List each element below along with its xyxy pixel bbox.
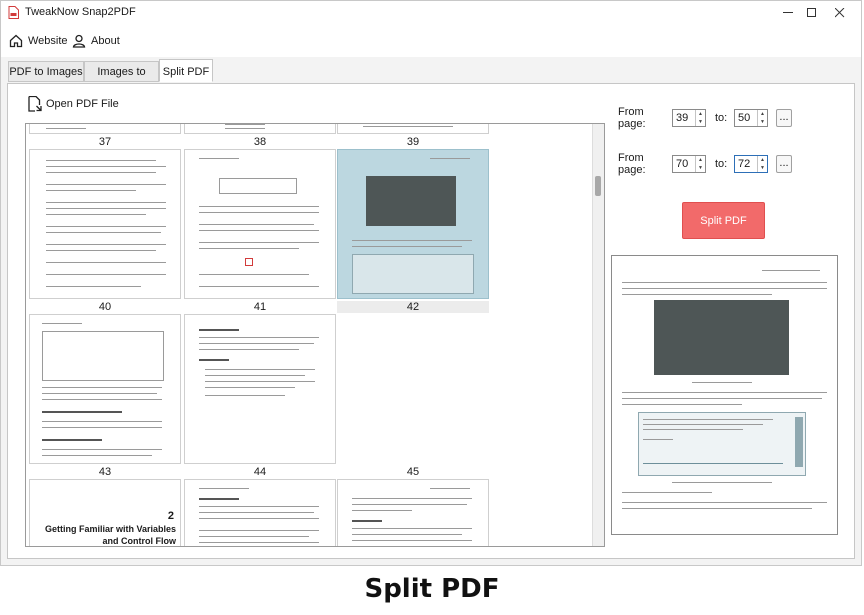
close-icon bbox=[835, 8, 845, 18]
range-options-button[interactable]: ... bbox=[776, 109, 792, 127]
figure-caption: Split PDF bbox=[364, 574, 500, 604]
page-number: 45 bbox=[406, 466, 420, 478]
tab-images-to-pdf[interactable]: Images to PDF bbox=[84, 61, 159, 98]
close-button[interactable] bbox=[813, 1, 859, 25]
page-thumb-image: 2 Getting Familiar with Variables and Co… bbox=[29, 479, 181, 546]
page-thumb-image bbox=[29, 124, 181, 134]
spin-up-icon[interactable]: ▲ bbox=[698, 111, 703, 117]
open-pdf-label: Open PDF File bbox=[46, 98, 119, 110]
website-label: Website bbox=[28, 35, 68, 47]
page-thumb-image bbox=[337, 479, 489, 546]
from-page-stepper[interactable]: 39 ▲ ▼ bbox=[672, 109, 706, 127]
to-page-stepper[interactable]: 50 ▲ ▼ bbox=[734, 109, 768, 127]
chapter-number: 2 bbox=[167, 510, 174, 522]
page-range-row-2: From page: 70 ▲ ▼ to: 72 ▲ ▼ ... bbox=[618, 152, 792, 176]
page-thumb-image bbox=[337, 124, 489, 134]
tab-pdf-to-images[interactable]: PDF to Images bbox=[8, 61, 84, 82]
spin-down-icon[interactable]: ▼ bbox=[698, 119, 703, 125]
open-file-icon bbox=[28, 96, 42, 112]
page-number: 42 bbox=[337, 301, 489, 313]
chapter-title-line1: Getting Familiar with Variables bbox=[44, 524, 176, 534]
spin-up-icon[interactable]: ▲ bbox=[698, 157, 703, 163]
page-number: 40 bbox=[98, 301, 112, 313]
page-number: 37 bbox=[98, 136, 112, 148]
spin-down-icon[interactable]: ▼ bbox=[760, 119, 765, 125]
page-number: 44 bbox=[253, 466, 267, 478]
title-bar: TweakNow Snap2PDF bbox=[1, 1, 861, 25]
to-page-value: 50 bbox=[738, 112, 751, 124]
page-thumbnail-grid[interactable]: 37 38 39 40 41 42 43 44 45 2 Getting Fam… bbox=[25, 123, 605, 547]
to-page-label: to: bbox=[715, 112, 728, 124]
to-page-stepper[interactable]: 72 ▲ ▼ bbox=[734, 155, 768, 173]
about-label: About bbox=[91, 35, 120, 47]
page-thumb-image-selected bbox=[337, 149, 489, 299]
menu-bar: Website About bbox=[1, 25, 861, 57]
to-page-value: 72 bbox=[738, 158, 751, 170]
user-icon bbox=[72, 34, 86, 48]
page-number: 41 bbox=[253, 301, 267, 313]
tab-split-pdf[interactable]: Split PDF bbox=[159, 59, 213, 82]
page-thumb-image bbox=[29, 314, 181, 464]
about-menu-item[interactable]: About bbox=[72, 32, 120, 50]
grid-scrollbar[interactable] bbox=[592, 124, 604, 546]
spin-down-icon[interactable]: ▼ bbox=[698, 165, 703, 171]
from-page-label: From page: bbox=[618, 152, 646, 176]
window-title: TweakNow Snap2PDF bbox=[25, 6, 136, 18]
page-thumb-image bbox=[184, 314, 336, 464]
to-page-label: to: bbox=[715, 158, 728, 170]
from-page-value: 39 bbox=[676, 112, 689, 124]
spin-up-icon[interactable]: ▲ bbox=[760, 111, 765, 117]
spin-down-icon[interactable]: ▼ bbox=[760, 165, 765, 171]
page-number: 43 bbox=[98, 466, 112, 478]
from-page-stepper[interactable]: 70 ▲ ▼ bbox=[672, 155, 706, 173]
scrollbar-thumb[interactable] bbox=[595, 176, 601, 196]
app-pdf-icon bbox=[8, 6, 19, 19]
chapter-title-line2: and Control Flow bbox=[102, 536, 177, 546]
range-options-button[interactable]: ... bbox=[776, 155, 792, 173]
from-page-value: 70 bbox=[676, 158, 689, 170]
page-range-row-1: From page: 39 ▲ ▼ to: 50 ▲ ▼ ... bbox=[618, 106, 792, 130]
page-thumb-image bbox=[184, 149, 336, 299]
page-number: 39 bbox=[406, 136, 420, 148]
split-pdf-panel: Open PDF File 37 38 39 40 41 42 43 44 45… bbox=[7, 83, 855, 559]
split-pdf-button[interactable]: Split PDF bbox=[682, 202, 765, 239]
from-page-label: From page: bbox=[618, 106, 646, 130]
page-thumb-image bbox=[337, 314, 489, 464]
app-window: TweakNow Snap2PDF Website About PDF to I… bbox=[0, 0, 862, 566]
open-pdf-button[interactable]: Open PDF File bbox=[28, 96, 119, 112]
page-thumb-image bbox=[184, 124, 336, 134]
page-preview bbox=[611, 255, 838, 535]
website-menu-item[interactable]: Website bbox=[9, 32, 68, 50]
page-thumb-image bbox=[29, 149, 181, 299]
home-icon bbox=[9, 34, 23, 48]
spin-up-icon[interactable]: ▲ bbox=[760, 157, 765, 163]
page-thumb-image bbox=[184, 479, 336, 546]
page-number: 38 bbox=[253, 136, 267, 148]
